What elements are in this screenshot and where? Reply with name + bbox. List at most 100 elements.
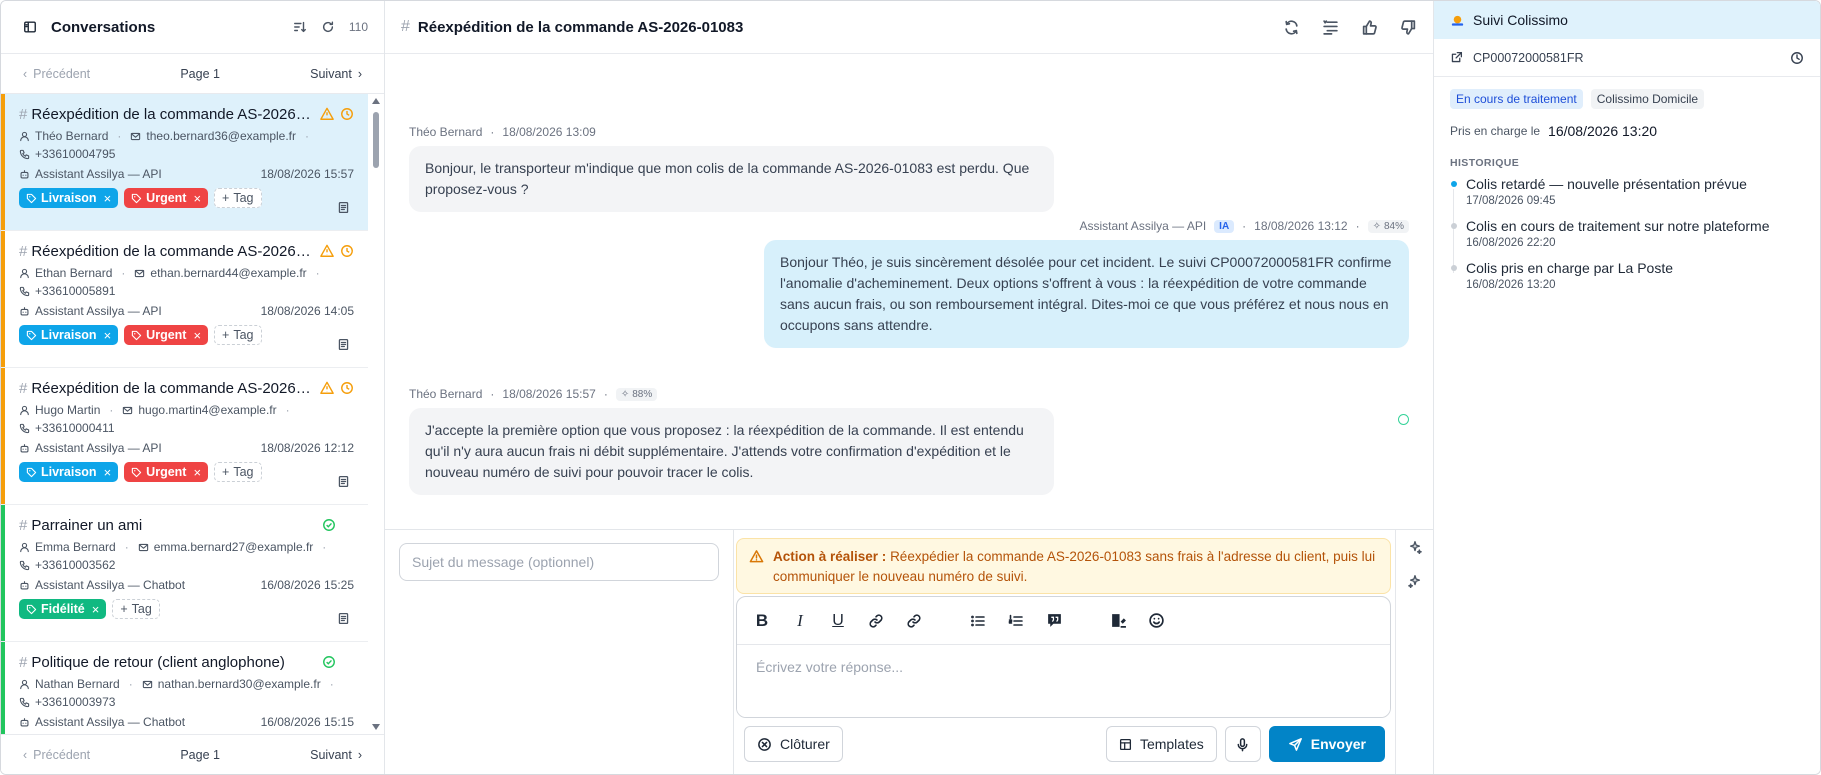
scroll-down-icon[interactable]	[372, 724, 380, 730]
add-tag-button[interactable]: + Tag	[214, 325, 262, 345]
chevron-right-icon: ›	[357, 66, 362, 81]
conversation-item[interactable]: # Réexpédition de la commande AS-2026-010…	[1, 94, 368, 231]
message-bubble: Bonjour Théo, je suis sincèrement désolé…	[764, 240, 1409, 348]
tag-chip[interactable]: Livraison ×	[19, 325, 119, 345]
tag-list: Livraison × Urgent × + Tag	[19, 462, 354, 482]
taken-value: 16/08/2026 13:20	[1548, 123, 1658, 139]
regenerate-icon[interactable]	[1283, 19, 1300, 36]
confidence-badge: ✧ 88%	[615, 387, 658, 401]
tag-chip[interactable]: Livraison ×	[19, 462, 119, 482]
conversation-item[interactable]: # Réexpédition de la commande AS-2026-010…	[1, 368, 368, 505]
pager-next-button[interactable]: Suivant ›	[310, 67, 362, 81]
unlink-icon[interactable]	[905, 612, 923, 630]
conversation-item[interactable]: # Parrainer un ami Emma Bernard · emma.berna…	[1, 505, 368, 642]
italic-icon[interactable]: I	[791, 611, 809, 630]
conversation-date: 18/08/2026 15:57	[260, 167, 354, 181]
message-thread: Théo Bernard · 18/08/2026 13:09 Bonjour,…	[385, 54, 1433, 557]
plus-icon: +	[120, 602, 128, 616]
pager-prev-button[interactable]: ‹ Précédent	[23, 67, 90, 81]
reply-textarea[interactable]	[737, 645, 1390, 717]
remove-tag-icon[interactable]: ×	[193, 191, 201, 206]
tag-list: Fidélité × + Tag	[19, 599, 354, 619]
emoji-icon[interactable]	[1147, 612, 1165, 630]
add-tag-button[interactable]: + Tag	[112, 599, 160, 619]
send-button[interactable]: Envoyer	[1268, 726, 1385, 762]
templates-button[interactable]: Templates	[1105, 726, 1217, 762]
note-icon[interactable]	[337, 612, 350, 625]
user-icon	[19, 679, 30, 690]
ai-rewrite-icon[interactable]	[1408, 574, 1422, 588]
sparkle-icon: ✧	[620, 388, 630, 400]
message-author: Assistant Assilya — API	[1079, 219, 1207, 233]
conversation-item[interactable]: # Réexpédition de la commande AS-2026-010…	[1, 231, 368, 368]
summary-icon[interactable]	[1322, 19, 1339, 36]
colissimo-logo-icon	[1450, 13, 1465, 28]
tracking-number[interactable]: CP00072000581FR	[1473, 51, 1584, 65]
agent-line: Assistant Assilya — Chatbot 16/08/2026 15…	[19, 714, 354, 730]
close-conversation-button[interactable]: Clôturer	[744, 726, 843, 762]
tag-chip[interactable]: Urgent ×	[124, 325, 209, 345]
link-icon[interactable]	[867, 612, 885, 630]
note-icon[interactable]	[337, 338, 350, 351]
pager-next-button-bottom[interactable]: Suivant ›	[310, 748, 362, 762]
pager-prev-button-bottom[interactable]: ‹ Précédent	[23, 748, 90, 762]
conversation-item-title: Parrainer un ami	[31, 516, 143, 534]
add-tag-button[interactable]: + Tag	[214, 188, 262, 208]
tag-chip[interactable]: Fidélité ×	[19, 599, 107, 619]
history-clock-icon[interactable]	[1790, 51, 1804, 65]
add-tag-button[interactable]: + Tag	[214, 462, 262, 482]
tag-chip[interactable]: Livraison ×	[19, 188, 119, 208]
tag-chip[interactable]: Urgent ×	[124, 462, 209, 482]
ai-edit-icon[interactable]	[1109, 612, 1127, 630]
contact-line: Hugo Martin · hugo.martin4@example.fr ·	[19, 402, 354, 418]
bold-icon[interactable]: B	[753, 611, 771, 630]
underline-icon[interactable]: U	[829, 612, 847, 630]
tracking-panel: Suivi Colissimo CP00072000581FR En cours…	[1434, 1, 1820, 774]
note-icon[interactable]	[337, 201, 350, 214]
mail-icon	[142, 679, 153, 690]
scroll-thumb[interactable]	[373, 112, 379, 168]
remove-tag-icon[interactable]: ×	[104, 465, 112, 480]
sort-icon[interactable]	[293, 20, 307, 34]
conversation-date: 18/08/2026 14:05	[260, 304, 354, 318]
reply-editor: B I U	[736, 596, 1391, 718]
ai-suggest-icon[interactable]	[1408, 540, 1422, 554]
scroll-up-icon[interactable]	[372, 98, 380, 104]
chevron-left-icon: ‹	[23, 747, 28, 762]
phone-icon	[19, 697, 30, 708]
pager-prev-label: Précédent	[33, 66, 91, 81]
sidebar-toggle-icon[interactable]	[23, 20, 37, 34]
numbered-list-icon[interactable]	[1007, 612, 1025, 630]
quote-icon[interactable]	[1045, 612, 1063, 630]
pager-top: ‹ Précédent Page 1 Suivant ›	[1, 54, 384, 94]
contact-line: Théo Bernard · theo.bernard36@example.fr ·	[19, 128, 354, 144]
mail-icon	[130, 131, 141, 142]
remove-tag-icon[interactable]: ×	[193, 465, 201, 480]
agent-line: Assistant Assilya — API 18/08/2026 15:57	[19, 166, 354, 182]
refresh-icon[interactable]	[321, 20, 335, 34]
microphone-button[interactable]	[1224, 726, 1261, 762]
list-scrollbar[interactable]	[370, 94, 382, 734]
remove-tag-icon[interactable]: ×	[104, 191, 112, 206]
external-link-icon[interactable]	[1450, 51, 1463, 64]
contact-name: Théo Bernard	[35, 129, 109, 143]
confidence-value: 88%	[632, 388, 653, 400]
remove-tag-icon[interactable]: ×	[193, 328, 201, 343]
bullet-list-icon[interactable]	[969, 612, 987, 630]
note-icon[interactable]	[337, 475, 350, 488]
user-icon	[19, 542, 30, 553]
subject-input[interactable]	[399, 543, 719, 581]
contact-email: ethan.bernard44@example.fr	[150, 266, 307, 280]
remove-tag-icon[interactable]: ×	[104, 328, 112, 343]
contact-phone: +33610004795	[35, 147, 116, 161]
thumbs-down-icon[interactable]	[1400, 19, 1417, 36]
thumbs-up-icon[interactable]	[1361, 19, 1378, 36]
chevron-right-icon: ›	[357, 747, 362, 762]
remove-tag-icon[interactable]: ×	[92, 602, 100, 617]
tag-chip[interactable]: Urgent ×	[124, 188, 209, 208]
conversation-item[interactable]: # Politique de retour (client anglophone)…	[1, 642, 368, 734]
contact-name: Emma Bernard	[35, 540, 116, 554]
tag-label: Urgent	[146, 191, 187, 205]
message-author: Théo Bernard	[409, 387, 483, 401]
tracking-title: Suivi Colissimo	[1473, 12, 1568, 28]
